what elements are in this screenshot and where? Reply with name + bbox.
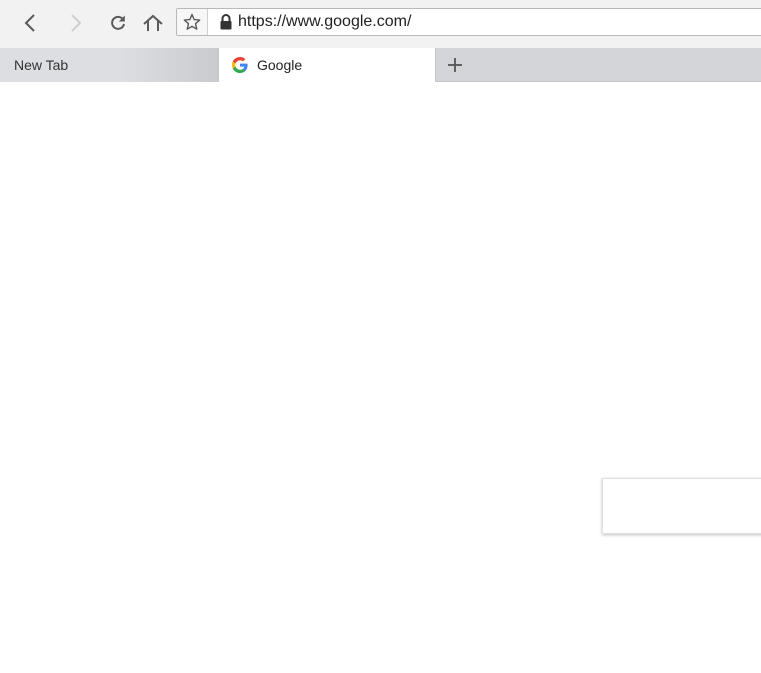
home-icon — [143, 14, 163, 31]
browser-window: https://www.google.com/ New Tab Google — [0, 0, 761, 673]
tab-label: New Tab — [14, 57, 69, 73]
reload-icon — [111, 15, 125, 30]
back-button[interactable] — [16, 9, 44, 37]
browser-toolbar: https://www.google.com/ — [0, 0, 761, 48]
url-text[interactable]: https://www.google.com/ — [238, 13, 411, 31]
new-tab-button[interactable] — [443, 53, 467, 77]
tab-google[interactable]: Google — [218, 48, 436, 83]
chevron-right-icon — [71, 14, 82, 32]
lock-icon — [220, 14, 232, 30]
tab-new-tab[interactable]: New Tab — [0, 48, 218, 82]
google-g-icon — [232, 57, 248, 73]
floating-panel — [602, 478, 761, 534]
star-icon — [183, 13, 201, 30]
tab-strip: New Tab Google — [0, 48, 761, 83]
address-bar[interactable]: https://www.google.com/ — [176, 8, 761, 36]
reload-button[interactable] — [104, 9, 132, 37]
plus-icon — [448, 58, 462, 72]
forward-button[interactable] — [62, 9, 90, 37]
page-content — [0, 82, 761, 673]
tab-label: Google — [257, 57, 303, 73]
chevron-left-icon — [24, 14, 35, 32]
home-button[interactable] — [139, 9, 167, 37]
bookmark-button[interactable] — [177, 9, 208, 35]
